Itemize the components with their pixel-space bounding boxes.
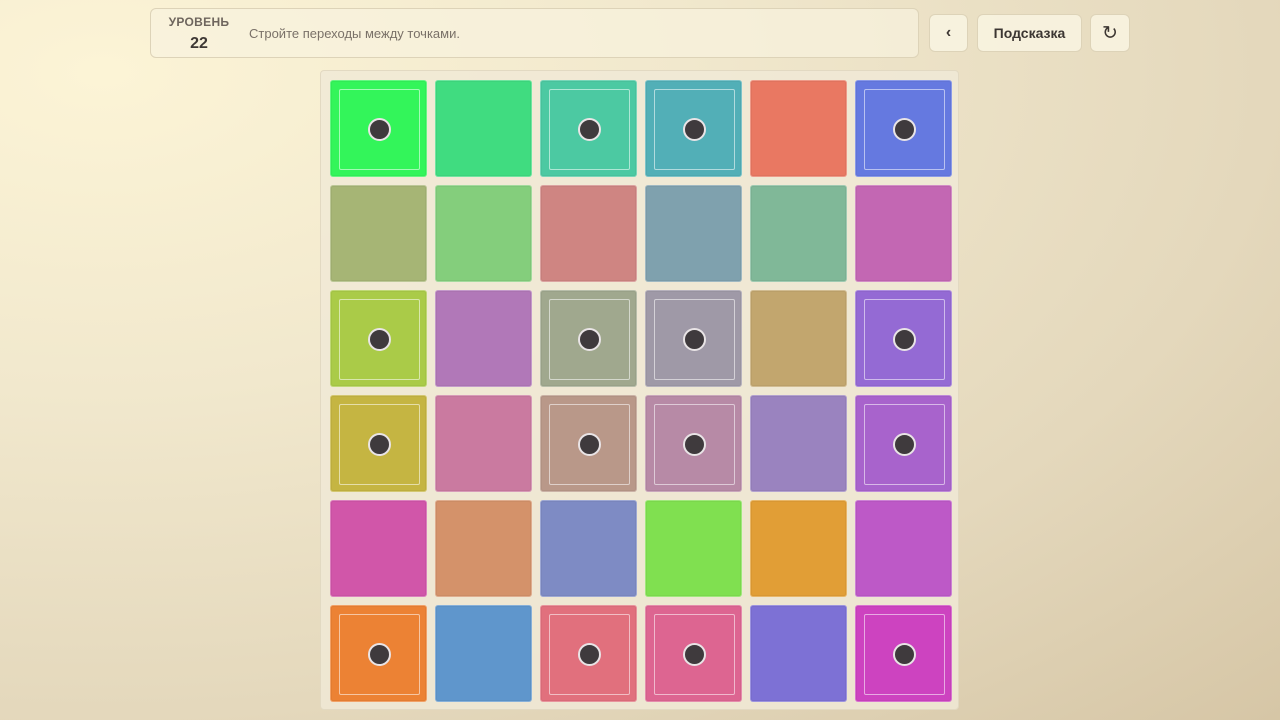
grid-tile[interactable]	[855, 80, 952, 177]
instruction-text: Стройте переходы между точками.	[249, 26, 460, 41]
level-label: УРОВЕНЬ	[168, 15, 230, 29]
anchor-dot-icon	[368, 328, 391, 351]
grid-tile[interactable]	[330, 290, 427, 387]
restart-button[interactable]: ↻	[1090, 14, 1130, 52]
grid-tile[interactable]	[645, 80, 742, 177]
grid-tile[interactable]	[645, 290, 742, 387]
level-header: УРОВЕНЬ 22 Стройте переходы между точкам…	[150, 8, 919, 58]
grid-tile[interactable]	[750, 500, 847, 597]
anchor-dot-icon	[893, 643, 916, 666]
grid-tile[interactable]	[855, 395, 952, 492]
level-indicator: УРОВЕНЬ 22	[151, 9, 247, 57]
grid-tile[interactable]	[855, 500, 952, 597]
hint-button[interactable]: Подсказка	[977, 14, 1082, 52]
grid-tile[interactable]	[330, 605, 427, 702]
grid-tile[interactable]	[855, 290, 952, 387]
grid-tile[interactable]	[435, 290, 532, 387]
anchor-dot-icon	[368, 643, 391, 666]
grid-tile[interactable]	[645, 500, 742, 597]
grid-tile[interactable]	[540, 290, 637, 387]
grid-tile[interactable]	[750, 290, 847, 387]
restart-icon: ↻	[1102, 22, 1118, 44]
anchor-dot-icon	[893, 328, 916, 351]
anchor-dot-icon	[893, 433, 916, 456]
anchor-dot-icon	[683, 118, 706, 141]
grid-tile[interactable]	[540, 185, 637, 282]
grid-tile[interactable]	[750, 395, 847, 492]
grid-tile[interactable]	[540, 80, 637, 177]
anchor-dot-icon	[683, 328, 706, 351]
anchor-dot-icon	[368, 118, 391, 141]
grid-tile[interactable]	[855, 605, 952, 702]
anchor-dot-icon	[578, 433, 601, 456]
anchor-dot-icon	[683, 643, 706, 666]
grid-tile[interactable]	[750, 605, 847, 702]
grid-tile[interactable]	[540, 605, 637, 702]
grid-tile[interactable]	[435, 605, 532, 702]
grid-tile[interactable]	[435, 500, 532, 597]
grid-tile[interactable]	[435, 395, 532, 492]
grid-tile[interactable]	[435, 185, 532, 282]
anchor-dot-icon	[578, 118, 601, 141]
grid-tile[interactable]	[330, 500, 427, 597]
anchor-dot-icon	[893, 118, 916, 141]
grid-tile[interactable]	[330, 80, 427, 177]
grid-tile[interactable]	[750, 185, 847, 282]
grid-tile[interactable]	[540, 500, 637, 597]
grid-tile[interactable]	[750, 80, 847, 177]
grid-tile[interactable]	[330, 395, 427, 492]
grid-tile[interactable]	[540, 395, 637, 492]
anchor-dot-icon	[368, 433, 391, 456]
back-button[interactable]: ‹	[929, 14, 968, 52]
grid-tile[interactable]	[330, 185, 427, 282]
chevron-left-icon: ‹	[945, 24, 952, 41]
grid-tile[interactable]	[645, 395, 742, 492]
grid-tile[interactable]	[645, 605, 742, 702]
anchor-dot-icon	[683, 433, 706, 456]
level-number: 22	[190, 35, 208, 52]
grid-tile[interactable]	[855, 185, 952, 282]
anchor-dot-icon	[578, 328, 601, 351]
game-board	[320, 70, 959, 710]
anchor-dot-icon	[578, 643, 601, 666]
grid-tile[interactable]	[435, 80, 532, 177]
grid-tile[interactable]	[645, 185, 742, 282]
